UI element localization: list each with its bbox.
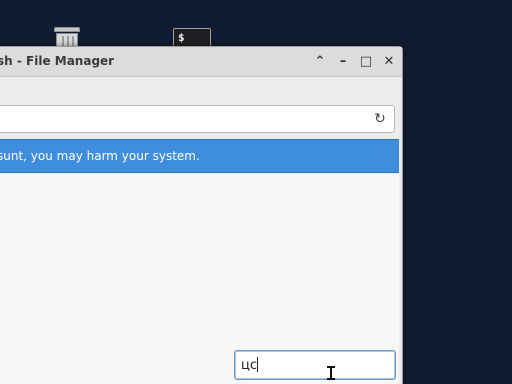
minimize-icon[interactable]: – — [335, 54, 351, 70]
toolbar — [0, 77, 402, 103]
search-input[interactable]: цс — [234, 350, 396, 380]
search-input-value: цс — [241, 358, 257, 373]
ibeam-cursor-icon — [327, 366, 335, 380]
close-icon[interactable]: ✕ — [381, 54, 397, 70]
terminal-icon-glyph: $ — [178, 31, 185, 44]
desktop: $ sh - File Manager ⌃ – □ ✕ ↻ sunt, you … — [0, 0, 512, 384]
maximize-icon[interactable]: □ — [358, 54, 374, 70]
text-caret — [257, 357, 258, 372]
location-bar[interactable]: ↻ — [0, 105, 395, 133]
chevron-up-icon[interactable]: ⌃ — [312, 54, 328, 70]
warning-text: sunt, you may harm your system. — [0, 149, 200, 163]
file-manager-window: sh - File Manager ⌃ – □ ✕ ↻ sunt, you ma… — [0, 46, 403, 384]
root-warning-banner: sunt, you may harm your system. — [0, 139, 399, 173]
reload-icon[interactable]: ↻ — [372, 111, 388, 127]
title-bar[interactable]: sh - File Manager ⌃ – □ ✕ — [0, 47, 402, 77]
window-title: sh - File Manager — [0, 54, 115, 68]
